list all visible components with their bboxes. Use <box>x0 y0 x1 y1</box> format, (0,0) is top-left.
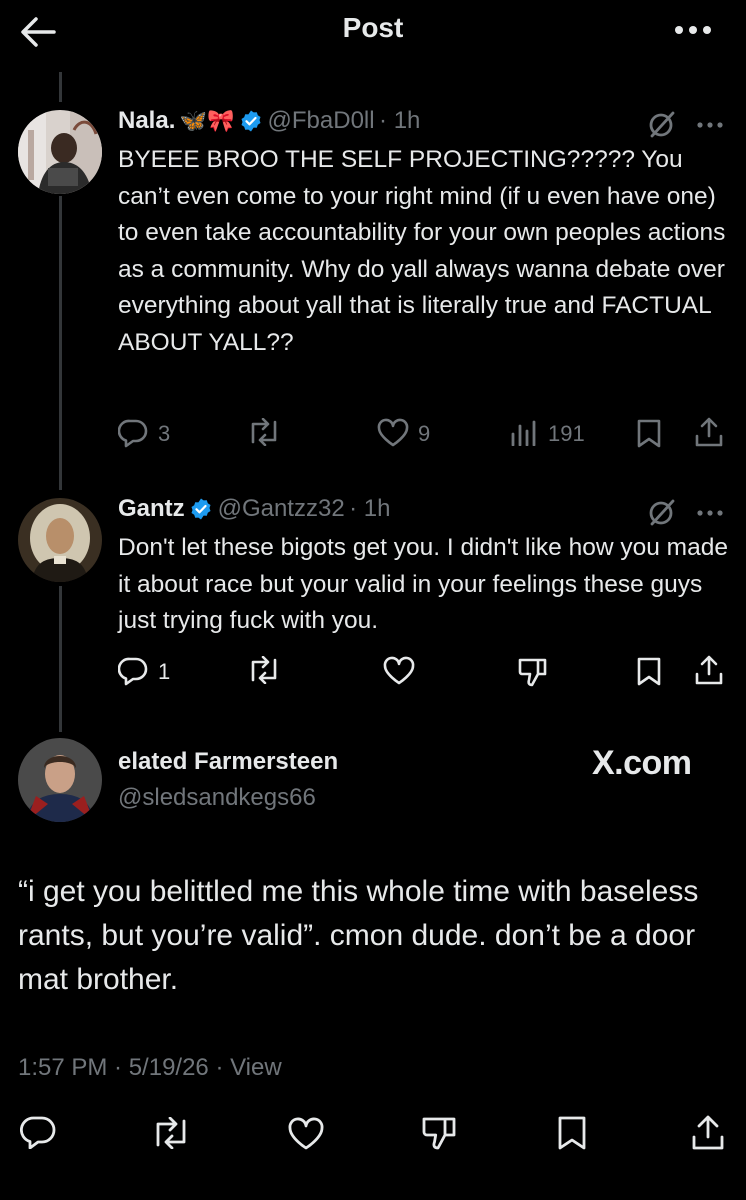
bookmark-icon[interactable] <box>636 656 662 686</box>
more-options-icon[interactable] <box>672 18 714 42</box>
post-text: “i get you belittled me this whole time … <box>18 875 699 996</box>
like-icon[interactable] <box>286 1117 326 1151</box>
reply-text: Don't let these bigots get you. I didn't… <box>118 534 728 635</box>
like-count: 9 <box>418 421 431 446</box>
avatar-gantz[interactable] <box>18 498 102 582</box>
handle[interactable]: @FbaD0ll <box>268 107 375 134</box>
reply-header-gantz: Gantz @Gantzz32 · 1h <box>118 495 638 529</box>
retweet-icon[interactable] <box>246 417 282 447</box>
handle[interactable]: @Gantzz32 <box>218 495 345 522</box>
retweet-icon[interactable] <box>150 1116 192 1150</box>
thread-line-top <box>59 72 62 102</box>
bookmark-icon[interactable] <box>556 1115 588 1151</box>
retweet-icon[interactable] <box>246 655 282 685</box>
views-count: 191 <box>548 421 585 446</box>
reply-count: 3 <box>158 421 171 446</box>
reply-count: 1 <box>158 659 171 684</box>
display-name[interactable]: Nala. <box>118 107 175 134</box>
share-icon[interactable] <box>694 654 724 686</box>
grok-icon[interactable] <box>646 496 678 528</box>
verified-icon <box>239 109 263 138</box>
handle[interactable]: @sledsandkegs66 <box>118 784 316 812</box>
display-name[interactable]: Gantz <box>118 495 185 522</box>
reply-icon[interactable] <box>19 1115 56 1150</box>
display-name[interactable]: elated Farmersteen <box>118 748 338 776</box>
like-button[interactable]: 9 <box>376 414 456 450</box>
avatar-nala[interactable] <box>18 110 102 194</box>
x-com-watermark: X.com <box>592 744 692 782</box>
timestamp: · 1h <box>349 495 391 522</box>
share-icon[interactable] <box>694 416 724 448</box>
post-meta[interactable]: 1:57 PM · 5/19/26 · View <box>18 1054 282 1082</box>
reply-header-nala: Nala. 🦋🎀 @FbaD0ll · 1h <box>118 107 728 141</box>
dislike-icon[interactable] <box>420 1115 460 1151</box>
reply-button[interactable]: 3 <box>118 414 198 450</box>
name-emoji: 🦋🎀 <box>179 108 235 133</box>
page-title: Post <box>342 12 404 43</box>
more-icon[interactable] <box>694 118 726 130</box>
bookmark-icon[interactable] <box>636 418 662 448</box>
more-icon[interactable] <box>694 506 726 518</box>
thread-line-1 <box>59 196 62 490</box>
reply-text: BYEEE BROO THE SELF PROJECTING????? You … <box>118 146 726 356</box>
like-icon[interactable] <box>382 656 416 686</box>
thread-line-2 <box>59 586 62 732</box>
views-button[interactable]: 191 <box>510 414 600 450</box>
timestamp: · 1h <box>379 107 421 134</box>
grok-icon[interactable] <box>646 108 678 140</box>
reply-button[interactable]: 1 <box>118 652 198 688</box>
verified-icon <box>189 497 213 526</box>
share-icon[interactable] <box>690 1113 726 1151</box>
avatar-main[interactable] <box>18 738 102 822</box>
dislike-icon[interactable] <box>516 656 550 688</box>
